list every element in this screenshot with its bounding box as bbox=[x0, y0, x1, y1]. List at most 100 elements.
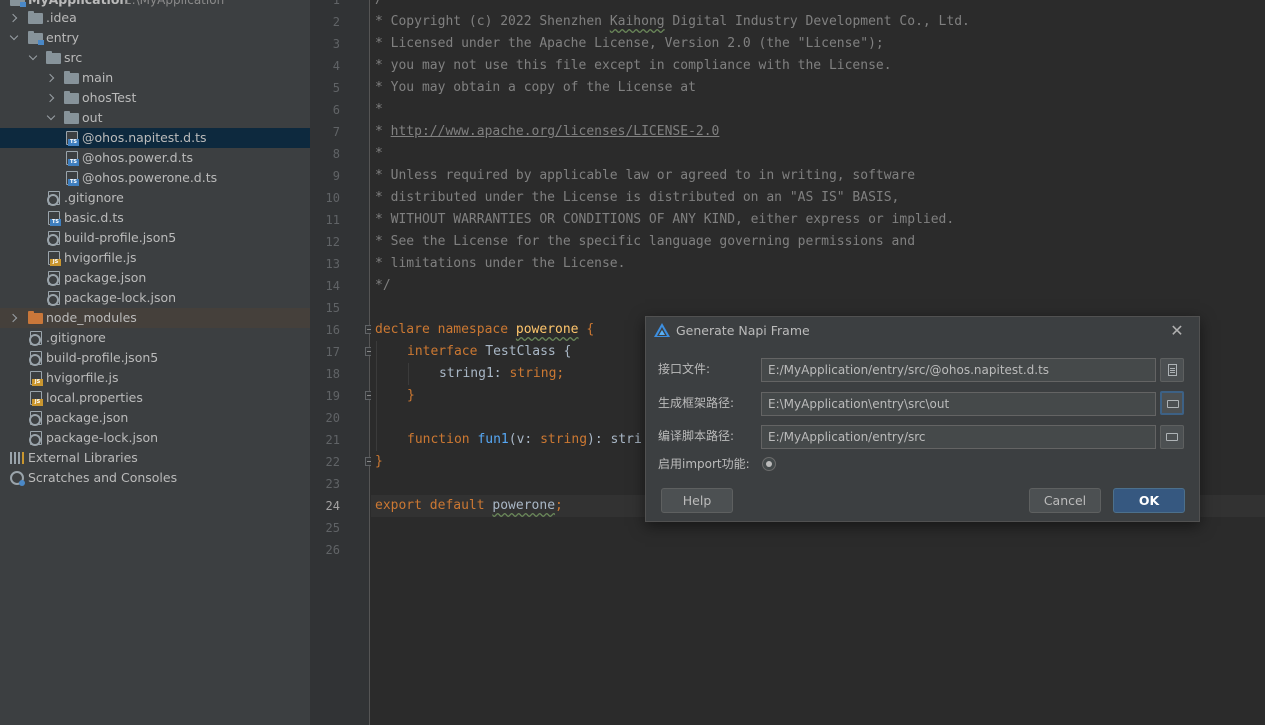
tree-item-build-profile[interactable]: build-profile.json5 bbox=[0, 228, 310, 248]
enable-import-radio[interactable] bbox=[762, 457, 776, 471]
tree-item-node-modules[interactable]: node_modules bbox=[0, 308, 310, 328]
tree-item-label: .gitignore bbox=[64, 190, 124, 205]
interface-name: TestClass { bbox=[477, 344, 572, 359]
tree-item-out[interactable]: out bbox=[0, 108, 310, 128]
folder-icon bbox=[1167, 400, 1179, 408]
code-line: * you may not use this file except in co… bbox=[375, 58, 892, 73]
tree-item-label: entry bbox=[46, 30, 80, 45]
tree-item-scratches[interactable]: Scratches and Consoles bbox=[0, 468, 310, 488]
line-number: 5 bbox=[332, 81, 340, 95]
tree-item-entry[interactable]: entry bbox=[0, 28, 310, 48]
line-number: 26 bbox=[325, 543, 340, 557]
code-line: string1: string; bbox=[439, 363, 564, 385]
config-file-icon bbox=[47, 291, 60, 306]
typo-word: Kaihong bbox=[609, 14, 665, 29]
tree-item-label: @ohos.power.d.ts bbox=[82, 150, 193, 165]
tree-item-external-libraries[interactable]: External Libraries bbox=[0, 448, 310, 468]
typescript-file-icon bbox=[66, 131, 79, 146]
chevron-right-icon[interactable] bbox=[45, 88, 57, 108]
tree-item-package-lock[interactable]: package-lock.json bbox=[0, 288, 310, 308]
tree-item-gitignore[interactable]: .gitignore bbox=[0, 188, 310, 208]
tree-item-powerone[interactable]: @ohos.powerone.d.ts bbox=[0, 168, 310, 188]
code-line: * Copyright (c) 2022 Shenzhen Kaihong Di… bbox=[375, 11, 970, 33]
libraries-icon bbox=[10, 452, 24, 464]
code-line: * http://www.apache.org/licenses/LICENSE… bbox=[375, 121, 719, 143]
keyword: interface bbox=[407, 344, 478, 359]
chevron-down-icon[interactable] bbox=[27, 48, 39, 68]
code-line: } bbox=[407, 388, 415, 403]
code-line: declare namespace powerone { bbox=[375, 319, 594, 341]
line-number: 4 bbox=[332, 59, 340, 73]
code-line: * See the License for the specific langu… bbox=[375, 234, 916, 249]
close-icon[interactable]: ✕ bbox=[1168, 322, 1186, 340]
tree-item-root-package-json[interactable]: package.json bbox=[0, 408, 310, 428]
indent-guide bbox=[376, 341, 377, 451]
tree-item-label: Scratches and Consoles bbox=[28, 470, 178, 485]
folder-icon bbox=[28, 311, 43, 324]
browse-output-folder-button[interactable] bbox=[1160, 391, 1184, 415]
module-folder-icon bbox=[10, 0, 26, 7]
tree-item-hvigorfile[interactable]: hvigorfile.js bbox=[0, 248, 310, 268]
tree-item-local-properties[interactable]: local.properties bbox=[0, 388, 310, 408]
line-number: 6 bbox=[332, 103, 340, 117]
output-path-input[interactable] bbox=[761, 392, 1156, 416]
tree-item-label: .idea bbox=[46, 10, 77, 25]
license-link[interactable]: http://www.apache.org/licenses/LICENSE-2… bbox=[391, 124, 720, 139]
project-tree: MyApplication E:\MyApplication .idea ent… bbox=[0, 0, 310, 725]
interface-file-input[interactable] bbox=[761, 358, 1156, 382]
tree-item-basic[interactable]: basic.d.ts bbox=[0, 208, 310, 228]
code-line: * Unless required by applicable law or a… bbox=[375, 168, 916, 183]
tree-item-package-json[interactable]: package.json bbox=[0, 268, 310, 288]
code-line: * Licensed under the Apache License, Ver… bbox=[375, 36, 884, 51]
folder-icon bbox=[64, 111, 79, 124]
comment-text: Digital Industry Development Co., Ltd. bbox=[664, 14, 970, 29]
tree-item-label: @ohos.napitest.d.ts bbox=[82, 130, 207, 145]
tree-item-root-gitignore[interactable]: .gitignore bbox=[0, 328, 310, 348]
tree-item-idea[interactable]: .idea bbox=[0, 8, 310, 28]
type-keyword: string bbox=[509, 366, 557, 381]
chevron-right-icon[interactable] bbox=[45, 68, 57, 88]
dialog-title-bar[interactable]: Generate Napi Frame ✕ bbox=[646, 317, 1199, 345]
keyword: function bbox=[407, 432, 470, 447]
folder-icon bbox=[28, 11, 43, 24]
tree-item-label: out bbox=[82, 110, 103, 125]
help-button[interactable]: Help bbox=[661, 488, 733, 513]
chevron-down-icon[interactable] bbox=[8, 28, 20, 48]
code-line: */ bbox=[375, 278, 391, 293]
tree-item-label: ohosTest bbox=[82, 90, 137, 105]
comment-text: * Copyright (c) 2022 Shenzhen bbox=[375, 14, 610, 29]
line-number: 7 bbox=[332, 125, 340, 139]
browse-script-folder-button[interactable] bbox=[1160, 425, 1184, 449]
tree-item-napitest[interactable]: @ohos.napitest.d.ts bbox=[0, 128, 310, 148]
code-line: * limitations under the License. bbox=[375, 256, 626, 271]
code-line: interface TestClass { bbox=[407, 341, 571, 363]
tree-item-root-hvigorfile[interactable]: hvigorfile.js bbox=[0, 368, 310, 388]
tree-item-power[interactable]: @ohos.power.d.ts bbox=[0, 148, 310, 168]
tree-item-ohostest[interactable]: ohosTest bbox=[0, 88, 310, 108]
punctuation: ; bbox=[555, 498, 563, 513]
build-script-path-input[interactable] bbox=[761, 425, 1156, 449]
keyword: declare namespace bbox=[375, 322, 509, 337]
cancel-button[interactable]: Cancel bbox=[1029, 488, 1101, 513]
interface-file-label: 接口文件: bbox=[658, 362, 711, 376]
tree-item-label: hvigorfile.js bbox=[64, 250, 137, 265]
generate-napi-frame-dialog: Generate Napi Frame ✕ 接口文件: 生成框架路径: 编译脚本… bbox=[645, 316, 1200, 522]
ok-button[interactable]: OK bbox=[1113, 488, 1185, 513]
scratches-icon bbox=[10, 471, 25, 486]
tree-item-label: src bbox=[64, 50, 83, 65]
comment-text: * bbox=[375, 124, 391, 139]
typescript-file-icon bbox=[66, 151, 79, 166]
tree-item-root-package-lock[interactable]: package-lock.json bbox=[0, 428, 310, 448]
type-keyword: string bbox=[540, 432, 588, 447]
tree-item-main[interactable]: main bbox=[0, 68, 310, 88]
tree-item-src[interactable]: src bbox=[0, 48, 310, 68]
folder-icon bbox=[46, 51, 61, 64]
dialog-title: Generate Napi Frame bbox=[676, 323, 810, 338]
chevron-down-icon[interactable] bbox=[45, 108, 57, 128]
chevron-right-icon[interactable] bbox=[8, 308, 20, 328]
browse-file-button[interactable] bbox=[1160, 358, 1184, 382]
line-number: 1 bbox=[332, 0, 340, 7]
chevron-right-icon[interactable] bbox=[8, 8, 20, 28]
brace: { bbox=[578, 322, 595, 337]
tree-item-root-build-profile[interactable]: build-profile.json5 bbox=[0, 348, 310, 368]
